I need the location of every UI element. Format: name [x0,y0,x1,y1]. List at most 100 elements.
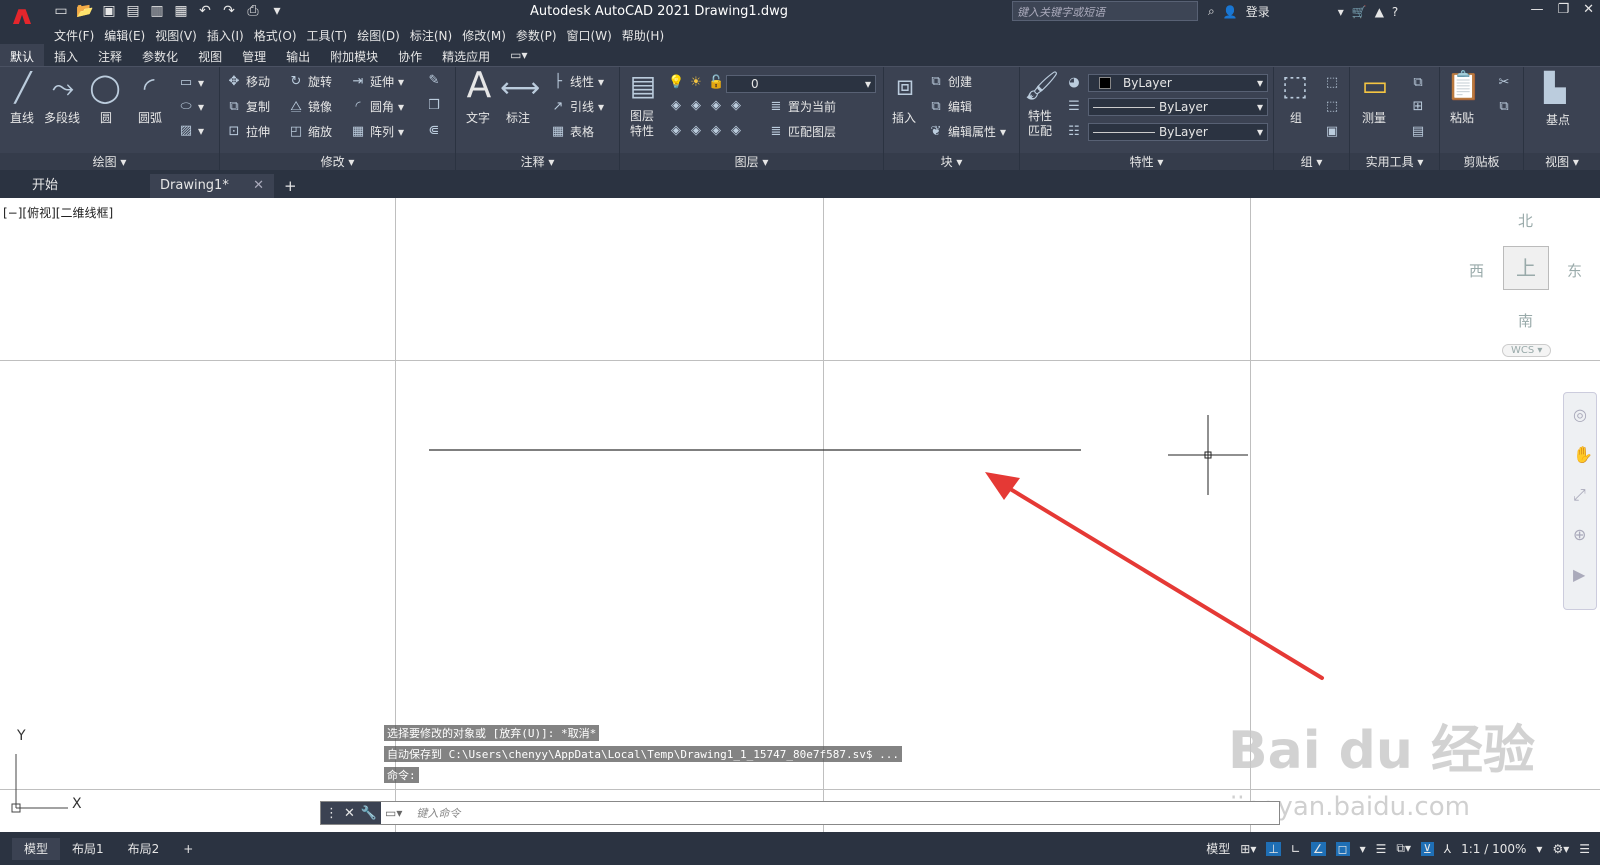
measure-button[interactable]: 测量 [1362,109,1386,126]
panel-title-utilities[interactable]: 实用工具 ▾ [1350,153,1439,171]
create-block-button[interactable]: ⧉ 创建 [928,73,972,90]
add-layout-button[interactable]: + [171,842,205,856]
chevron-down-icon[interactable]: ▾ [1338,5,1344,19]
paste-button[interactable]: 粘贴 [1450,109,1474,126]
ellipse-button[interactable]: ⬭ ▾ [178,99,204,115]
arc-icon[interactable]: ◜ [132,71,166,105]
hatch-button[interactable]: ▨ ▾ [178,123,204,139]
ribbon-tab[interactable]: 精选应用 [432,44,500,66]
command-input[interactable]: 键入命令 [402,805,460,821]
ribbon-tab[interactable]: 注释 [88,44,132,66]
ribbon-options-icon[interactable]: ▭▾ [500,44,537,66]
recent-commands-icon[interactable]: ▭▾ [385,806,402,820]
grid-icon[interactable]: ⊞▾ [1240,842,1256,856]
panel-title-clipboard[interactable]: 剪贴板 [1440,153,1523,171]
circle-button[interactable]: 圆 [100,109,112,126]
wcs-menu[interactable]: WCS ▾ [1502,344,1552,357]
color-wheel-icon[interactable]: ◕ [1066,75,1082,91]
menu-item[interactable]: 标注(N) [410,24,462,44]
ribbon-tab[interactable]: 输出 [276,44,320,66]
pan-icon[interactable]: ✋ [1573,445,1593,464]
match-properties-icon[interactable]: 🖌 [1024,69,1060,103]
trim-button[interactable]: ⇥ 延伸 ▾ [350,73,405,90]
quick-select-icon[interactable]: ⧉ [1410,75,1426,91]
snap-icon[interactable]: ⊥ [1266,841,1281,856]
redo-icon[interactable]: ↷ [220,2,238,20]
stretch-button[interactable]: ⊡ 拉伸 [226,123,270,140]
cut-icon[interactable]: ✂ [1496,75,1512,91]
ribbon-tab[interactable]: 附加模块 [320,44,388,66]
rotate-button[interactable]: ↻ 旋转 [288,73,332,90]
ribbon-tab[interactable]: 视图 [188,44,232,66]
lineweight-toggle-icon[interactable]: ☰ [1376,842,1387,856]
insert-block-icon[interactable]: ⧈ [888,69,922,103]
viewcube-north[interactable]: 北 [1518,210,1533,231]
line-button[interactable]: 直线 [10,109,34,126]
explode-button[interactable]: ❒ [426,98,442,114]
customize-wrench-icon[interactable]: 🔧 [361,806,377,821]
calculator-icon[interactable]: ▤ [1410,124,1426,140]
tab-layout2[interactable]: 布局2 [116,840,172,857]
viewcube-west[interactable]: 西 [1469,260,1484,281]
array-button[interactable]: ▦ 阵列 ▾ [350,123,404,140]
mirror-button[interactable]: ⧋ 镜像 [288,98,332,115]
group-button[interactable]: 组 [1290,109,1302,126]
viewcube-south[interactable]: 南 [1518,310,1533,331]
menu-item[interactable]: 编辑(E) [104,24,155,44]
insert-button[interactable]: 插入 [892,109,916,126]
tab-model[interactable]: 模型 [12,837,61,860]
panel-title-group[interactable]: 组 ▾ [1274,153,1349,171]
offset-button[interactable]: ⋐ [426,123,442,139]
menu-item[interactable]: 绘图(D) [357,24,410,44]
user-icon[interactable]: 👤 [1223,5,1238,19]
ribbon-tab[interactable]: 参数化 [132,44,188,66]
panel-title-properties[interactable]: 特性 ▾ [1020,153,1273,171]
panel-title-annotation[interactable]: 注释 ▾ [456,153,619,171]
menu-item[interactable]: 参数(P) [516,24,567,44]
polar-icon[interactable]: ∠ [1310,841,1326,856]
layer-tools-row2[interactable]: ◈ ◈ ◈ ◈ [668,123,744,139]
ungroup-icon[interactable]: ⬚ [1324,75,1340,91]
save-icon[interactable]: ▣ [100,2,118,20]
plot-icon[interactable]: ▦ [172,2,190,20]
qat-dropdown-icon[interactable]: ▾ [268,2,286,20]
close-command-icon[interactable]: ✕ [344,806,355,821]
panel-title-view[interactable]: 视图 ▾ [1524,153,1600,171]
login-button[interactable]: 登录 [1246,3,1270,20]
tab-start[interactable]: 开始 [22,174,150,198]
linetype-dropdown[interactable]: ByLayer ▾ [1088,98,1268,116]
measure-icon[interactable]: ▭ [1358,69,1392,103]
panel-title-draw[interactable]: 绘图 ▾ [0,153,219,171]
scale-button[interactable]: ◰ 缩放 [288,123,332,140]
line-icon[interactable]: ╱ [6,71,40,105]
help-icon[interactable]: ? [1392,5,1398,19]
edit-block-button[interactable]: ⧉ 编辑 [928,98,972,115]
panel-title-layers[interactable]: 图层 ▾ [620,153,883,171]
ortho-icon[interactable]: ∟ [1291,842,1301,856]
viewcube-east[interactable]: 东 [1567,260,1582,281]
group-edit-icon[interactable]: ⬚ [1324,99,1340,115]
publish-icon[interactable]: ▥ [148,2,166,20]
dimension-icon[interactable]: ⟷ [500,71,540,105]
annotation-scale[interactable]: 1:1 / 100% [1461,842,1526,856]
polyline-icon[interactable]: ⤳ [46,71,80,105]
search-input[interactable]: 键入关键字或短语 [1012,1,1198,21]
group-select-icon[interactable]: ▣ [1324,124,1340,140]
menu-item[interactable]: 帮助(H) [622,24,674,44]
paste-icon[interactable]: 📋 [1446,69,1481,103]
ribbon-tab[interactable]: 管理 [232,44,276,66]
tab-drawing1[interactable]: Drawing1* ✕ [150,174,274,198]
base-view-icon[interactable]: ▙ [1538,71,1572,105]
table-button[interactable]: ▦ 表格 [550,123,594,140]
menu-item[interactable]: 工具(T) [307,24,358,44]
ribbon-tab[interactable]: 插入 [44,44,88,66]
panel-title-block[interactable]: 块 ▾ [884,153,1019,171]
layer-state-icons[interactable]: 💡 ☀ 🔓 [668,75,724,91]
hamburger-menu-icon[interactable]: ☰ [1579,842,1590,856]
base-button[interactable]: 基点 [1546,111,1570,128]
steering-wheel-icon[interactable]: ◎ [1573,405,1587,424]
arc-button[interactable]: 圆弧 [138,109,162,126]
menu-item[interactable]: 插入(I) [207,24,254,44]
set-current-button[interactable]: ≣ 置为当前 [768,98,836,115]
print-icon[interactable]: ⎙ [244,2,262,20]
